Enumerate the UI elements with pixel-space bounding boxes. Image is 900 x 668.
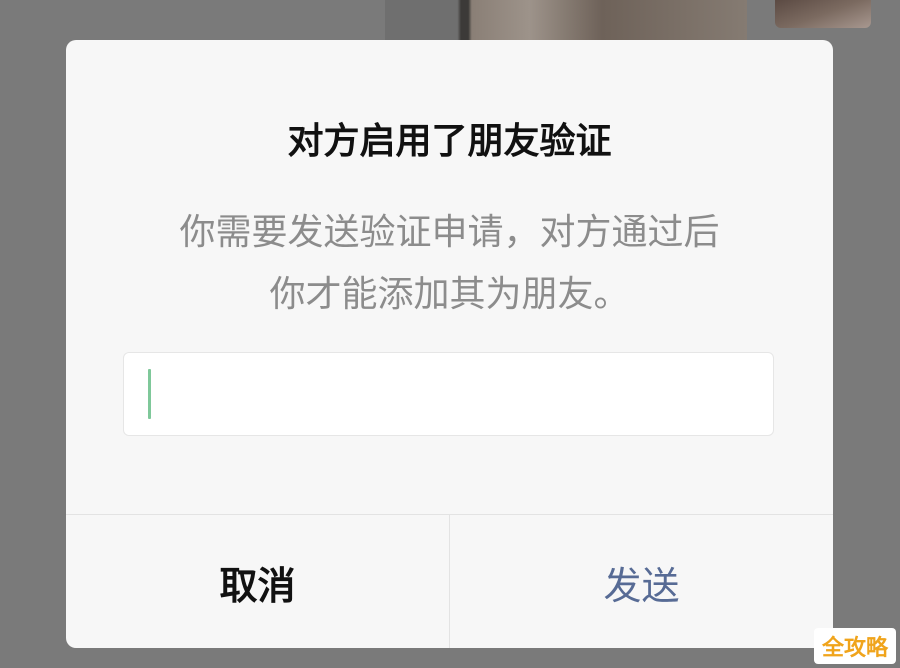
friend-verification-dialog: 对方启用了朋友验证 你需要发送验证申请，对方通过后 你才能添加其为朋友。 取消 … [66, 40, 833, 648]
watermark-logo: 全攻略 [813, 628, 896, 664]
dialog-message-line-1: 你需要发送验证申请，对方通过后 [179, 212, 720, 253]
background-photo [385, 0, 747, 40]
background-thumbnail [775, 0, 871, 28]
text-caret [148, 369, 151, 419]
dialog-message-line-2: 你才能添加其为朋友。 [269, 274, 630, 315]
cancel-button[interactable]: 取消 [66, 515, 450, 648]
dialog-title: 对方启用了朋友验证 [287, 121, 612, 162]
dialog-message: 你需要发送验证申请，对方通过后 你才能添加其为朋友。 [106, 202, 793, 326]
dialog-button-row: 取消 发送 [66, 514, 833, 648]
verification-message-input[interactable] [123, 352, 774, 436]
send-button[interactable]: 发送 [450, 515, 833, 648]
